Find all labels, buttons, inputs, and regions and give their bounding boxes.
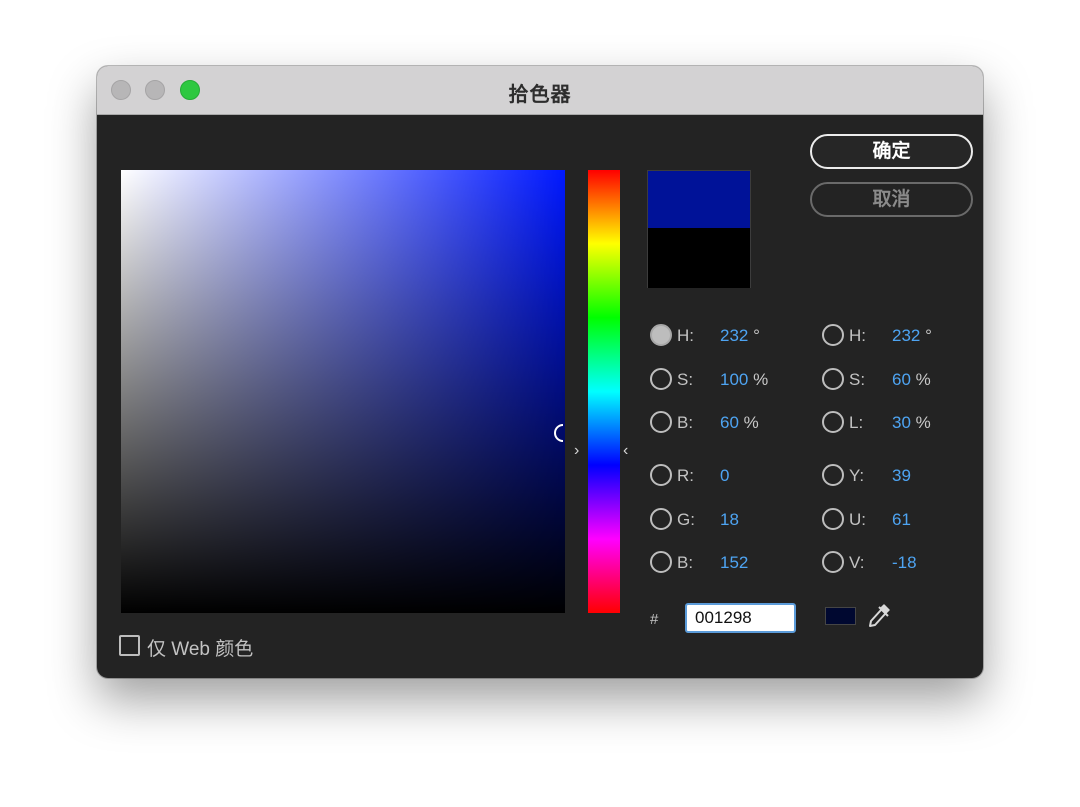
previous-color-swatch[interactable] (648, 228, 750, 288)
hsl-h-value[interactable]: 232 (892, 326, 920, 345)
rgb-r-radio[interactable] (650, 464, 672, 486)
hsb-h-field[interactable]: 232 ° (720, 326, 760, 346)
yuv-u-radio[interactable] (822, 508, 844, 530)
hsl-l-label: L: (849, 413, 864, 432)
hsb-b-label: B: (677, 413, 694, 432)
chevron-right-icon[interactable]: › (574, 443, 579, 459)
yuv-v-radio[interactable] (822, 551, 844, 573)
hex-prefix: # (650, 611, 659, 628)
yuv-y-label: Y: (849, 466, 865, 485)
hsb-h-unit: ° (753, 326, 760, 345)
hsl-s-value[interactable]: 60 (892, 370, 911, 389)
hsb-s-value[interactable]: 100 (720, 370, 748, 389)
window-title: 拾色器 (508, 84, 572, 106)
hsb-s-radio[interactable] (650, 368, 672, 390)
hsb-s-field[interactable]: 100 % (720, 370, 768, 390)
hsb-b-field[interactable]: 60 % (720, 413, 759, 433)
hsl-s-radio[interactable] (822, 368, 844, 390)
rgb-r-value[interactable]: 0 (720, 466, 729, 486)
hsl-h-unit: ° (925, 326, 932, 345)
title-bar: 拾色器 (97, 66, 983, 115)
hsb-b-radio[interactable] (650, 411, 672, 433)
saturation-brightness-field[interactable] (121, 170, 565, 613)
hsl-s-unit: % (915, 370, 931, 389)
eyedropper-icon[interactable] (865, 601, 893, 633)
hsb-b-value[interactable]: 60 (720, 413, 739, 432)
web-colors-only-label: 仅 Web 颜色 (147, 639, 254, 660)
yuv-y-value[interactable]: 39 (892, 466, 911, 486)
yuv-v-value[interactable]: -18 (892, 553, 917, 573)
hsb-h-label: H: (677, 326, 694, 345)
current-color-chip (825, 607, 856, 625)
rgb-r-label: R: (677, 466, 694, 485)
rgb-b-value[interactable]: 152 (720, 553, 748, 573)
rgb-g-value[interactable]: 18 (720, 510, 739, 530)
web-colors-only-checkbox[interactable] (119, 635, 140, 656)
hsl-l-unit: % (915, 413, 931, 432)
hsb-b-unit: % (743, 413, 759, 432)
yuv-u-value[interactable]: 61 (892, 510, 911, 530)
hsl-s-field[interactable]: 60 % (892, 370, 931, 390)
rgb-b-radio[interactable] (650, 551, 672, 573)
rgb-g-label: G: (677, 510, 695, 529)
new-color-swatch (648, 171, 750, 228)
hsl-s-label: S: (849, 370, 866, 389)
yuv-u-label: U: (849, 510, 866, 529)
color-preview (647, 170, 751, 288)
hsb-s-label: S: (677, 370, 694, 389)
hsb-s-unit: % (753, 370, 769, 389)
hsl-l-value[interactable]: 30 (892, 413, 911, 432)
rgb-b-label: B: (677, 553, 694, 572)
hex-input[interactable] (685, 603, 796, 633)
cancel-button[interactable]: 取消 (810, 182, 973, 217)
hsb-h-value[interactable]: 232 (720, 326, 748, 345)
yuv-y-radio[interactable] (822, 464, 844, 486)
hsl-h-label: H: (849, 326, 866, 345)
yuv-v-label: V: (849, 553, 865, 572)
hsl-l-radio[interactable] (822, 411, 844, 433)
hue-slider[interactable] (588, 170, 620, 613)
chevron-left-icon[interactable]: ‹ (623, 443, 628, 459)
color-picker-window: 拾色器 › ‹ 确定 取消 H: 232 ° S: 100 % B: 60 % … (97, 66, 983, 678)
rgb-g-radio[interactable] (650, 508, 672, 530)
hsl-h-radio[interactable] (822, 324, 844, 346)
hsl-l-field[interactable]: 30 % (892, 413, 931, 433)
hsl-h-field[interactable]: 232 ° (892, 326, 932, 346)
ok-button[interactable]: 确定 (810, 134, 973, 169)
hsb-h-radio[interactable] (650, 324, 672, 346)
